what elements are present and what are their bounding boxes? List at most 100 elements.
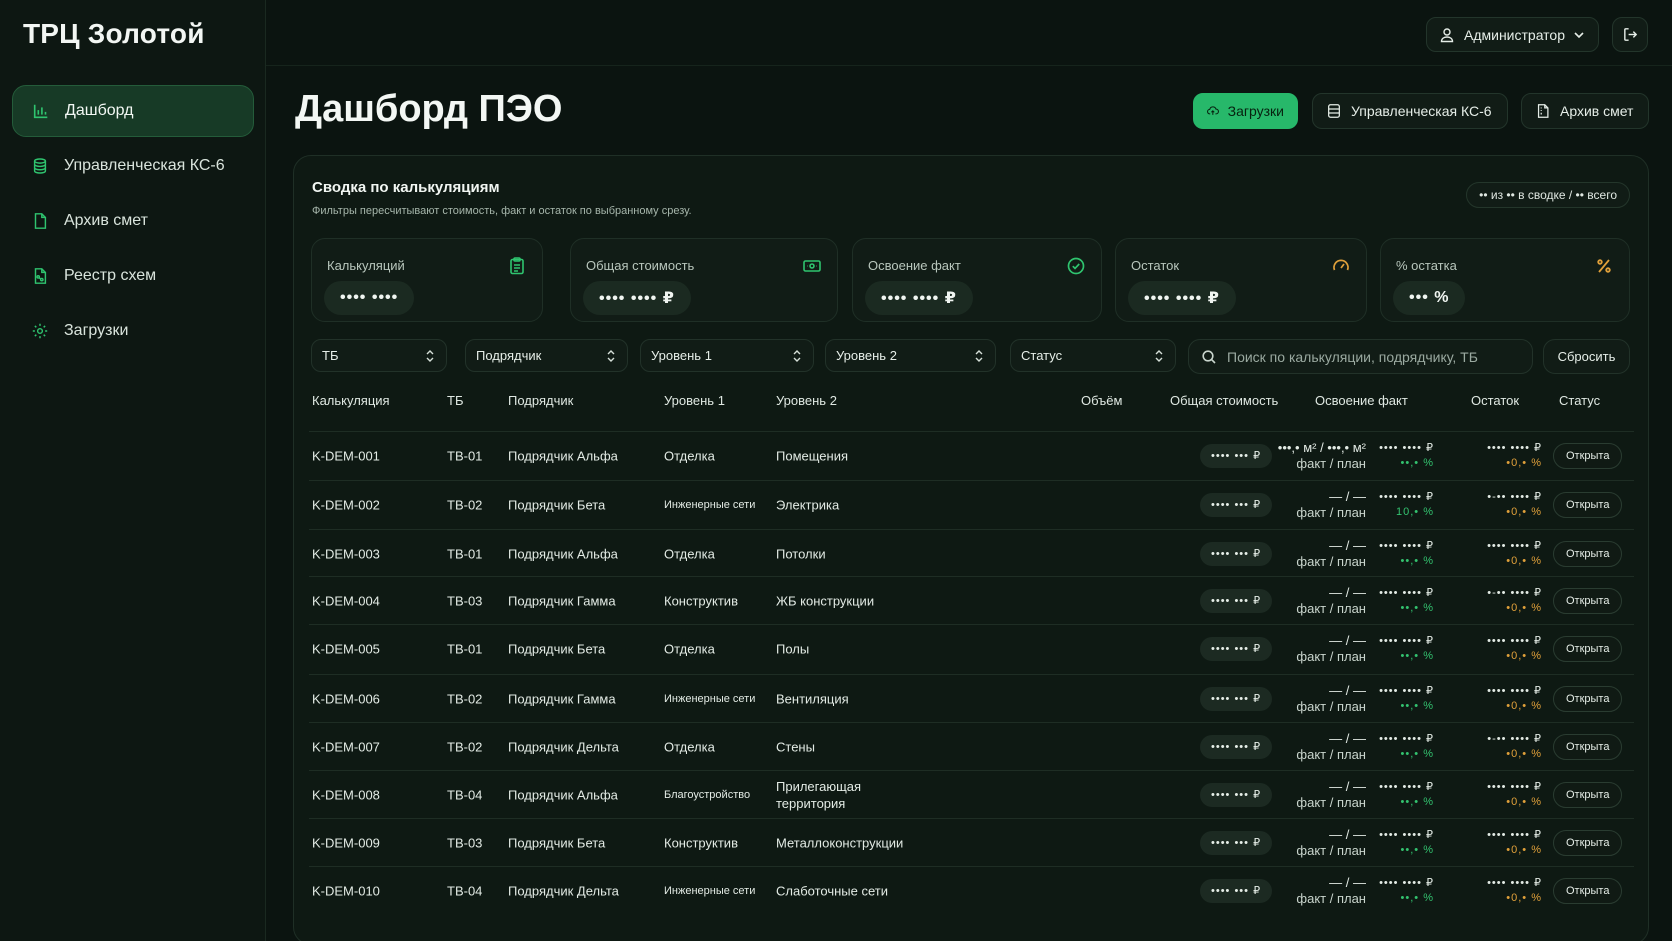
volume-value: — / — [1329, 874, 1366, 890]
calc-id[interactable]: K-DEM-003 [312, 546, 380, 561]
kpi-card-total-cost: Общая стоимость •••• •••• ₽ [570, 238, 838, 322]
column-header[interactable]: Уровень 1 [664, 393, 725, 408]
uploads-button[interactable]: Загрузки [1193, 93, 1298, 129]
column-header[interactable]: Объём [1081, 393, 1122, 408]
level2-name: Потолки [776, 546, 826, 561]
calc-id[interactable]: K-DEM-005 [312, 641, 380, 656]
uploads-button-label: Загрузки [1227, 103, 1284, 119]
calc-id[interactable]: K-DEM-006 [312, 691, 380, 706]
calc-id[interactable]: K-DEM-004 [312, 593, 380, 608]
status-badge[interactable]: Открыта [1553, 733, 1623, 760]
level1-name: Инженерные сети [664, 884, 756, 897]
status-badge[interactable]: Открыта [1553, 587, 1623, 614]
total-cost-pill: •••• ••• ₽ [1200, 636, 1273, 661]
topbar-divider [266, 65, 1672, 66]
logout-button[interactable] [1612, 17, 1648, 52]
fact-percent: ••,• % [1400, 795, 1434, 808]
column-header[interactable]: Калькуляция [312, 393, 390, 408]
filter-status-select[interactable]: Статус [1010, 339, 1176, 372]
status-badge[interactable]: Открыта [1553, 877, 1623, 904]
column-header[interactable]: Статус [1559, 393, 1600, 408]
fact-amount: •••• •••• ₽ [1379, 586, 1434, 599]
total-cost-pill: •••• ••• ₽ [1200, 443, 1273, 468]
table-row[interactable]: K-DEM-002 TB-02 Подрядчик Бета Инженерные с… [309, 480, 1634, 528]
fact-cell: •••• •••• ₽ ••,• % [1379, 441, 1434, 471]
kpi-label: Освоение факт [868, 258, 961, 273]
sidebar-item-label: Загрузки [64, 322, 129, 339]
table-row[interactable]: K-DEM-007 TB-02 Подрядчик Дельта Отделка Сте… [309, 722, 1634, 770]
column-header[interactable]: Освоение факт [1315, 393, 1408, 408]
level1-name: Отделка [664, 641, 715, 656]
ks6-button[interactable]: Управленческая КС-6 [1312, 93, 1508, 129]
column-header[interactable]: Остаток [1471, 393, 1519, 408]
filter-level2-select[interactable]: Уровень 2 [825, 339, 996, 372]
column-header[interactable]: ТБ [447, 393, 463, 408]
contractor-name: Подрядчик Гамма [508, 593, 616, 608]
column-header[interactable]: Общая стоимость [1170, 393, 1278, 408]
table-row[interactable]: K-DEM-004 TB-03 Подрядчик Гамма Конструктив… [309, 576, 1634, 624]
fact-percent: ••,• % [1400, 747, 1434, 760]
file-archive-icon [1537, 104, 1549, 118]
search-box[interactable] [1188, 339, 1533, 374]
tb-code: TB-04 [447, 787, 483, 802]
status-badge[interactable]: Открыта [1553, 635, 1623, 662]
column-header[interactable]: Подрядчик [508, 393, 573, 408]
filter-label: Уровень 1 [651, 348, 712, 363]
kpi-label: Общая стоимость [586, 258, 695, 273]
chevron-updown-icon [975, 349, 983, 362]
fact-amount: •••• •••• ₽ [1379, 732, 1434, 745]
table-row[interactable]: K-DEM-001 TB-01 Подрядчик Альфа Отделка Поме… [309, 431, 1634, 479]
remainder-percent: •0,• % [1506, 456, 1542, 469]
table-row[interactable]: K-DEM-009 TB-03 Подрядчик Бета Конструктив М… [309, 818, 1634, 866]
status-badge[interactable]: Открыта [1553, 540, 1623, 567]
remainder-cell: •••• •••• ₽ •0,• % [1487, 876, 1542, 906]
summary-card: Сводка по калькуляциям Фильтры пересчиты… [293, 155, 1649, 941]
calc-id[interactable]: K-DEM-002 [312, 497, 380, 512]
status-badge[interactable]: Открыта [1553, 442, 1623, 469]
table-row[interactable]: K-DEM-005 TB-01 Подрядчик Бета Отделка Полы —… [309, 624, 1634, 672]
reset-filters-button[interactable]: Сбросить [1543, 339, 1630, 374]
calc-id[interactable]: K-DEM-009 [312, 835, 380, 850]
fact-percent: ••,• % [1400, 456, 1434, 469]
sidebar-item-uploads[interactable]: Загрузки [12, 305, 254, 357]
tb-code: TB-04 [447, 883, 483, 898]
level2-name: Помещения [776, 448, 849, 463]
contractor-name: Подрядчик Гамма [508, 691, 616, 706]
status-badge[interactable]: Открыта [1553, 491, 1623, 518]
banknote-icon [801, 255, 823, 277]
status-badge[interactable]: Открыта [1553, 829, 1623, 856]
sidebar-item-schemes[interactable]: Реестр схем [12, 250, 254, 302]
table-row[interactable]: K-DEM-006 TB-02 Подрядчик Гамма Инженерные … [309, 674, 1634, 722]
column-header[interactable]: Уровень 2 [776, 393, 837, 408]
calc-id[interactable]: K-DEM-001 [312, 448, 380, 463]
calc-id[interactable]: K-DEM-007 [312, 739, 380, 754]
search-input[interactable] [1227, 348, 1517, 365]
table-row[interactable]: K-DEM-010 TB-04 Подрядчик Дельта Инженерные… [309, 866, 1634, 914]
filter-tb-select[interactable]: ТБ [311, 339, 447, 372]
sidebar-item-ks6[interactable]: Управленческая КС-6 [12, 140, 254, 192]
sidebar-item-archive[interactable]: Архив смет [12, 195, 254, 247]
filter-contractor-select[interactable]: Подрядчик [465, 339, 628, 372]
table-header: Калькуляция ТБ Подрядчик Уровень 1 Урове… [312, 393, 1632, 413]
archive-button[interactable]: Архив смет [1521, 93, 1649, 129]
user-menu-button[interactable]: Администратор [1426, 17, 1599, 52]
remainder-amount: •-•• •••• ₽ [1487, 490, 1542, 503]
fact-cell: •••• •••• ₽ ••,• % [1379, 780, 1434, 810]
calc-id[interactable]: K-DEM-008 [312, 787, 380, 802]
summary-title: Сводка по калькуляциям [312, 179, 500, 196]
status-badge[interactable]: Открыта [1553, 685, 1623, 712]
page-title: Дашборд ПЭО [295, 88, 563, 130]
remainder-amount: •••• •••• ₽ [1487, 828, 1542, 841]
remainder-cell: •••• •••• ₽ •0,• % [1487, 828, 1542, 858]
filter-level1-select[interactable]: Уровень 1 [640, 339, 814, 372]
table-row[interactable]: K-DEM-003 TB-01 Подрядчик Альфа Отделка Пото… [309, 529, 1634, 577]
level1-name: Отделка [664, 448, 715, 463]
remainder-amount: •••• •••• ₽ [1487, 780, 1542, 793]
remainder-amount: •••• •••• ₽ [1487, 876, 1542, 889]
fact-percent: 10,• % [1396, 505, 1434, 518]
calc-id[interactable]: K-DEM-010 [312, 883, 380, 898]
table-row[interactable]: K-DEM-008 TB-04 Подрядчик Альфа Благоустрой… [309, 770, 1634, 818]
kpi-label: Остаток [1131, 258, 1180, 273]
sidebar-item-dashboard[interactable]: Дашборд [12, 85, 254, 137]
status-badge[interactable]: Открыта [1553, 781, 1623, 808]
